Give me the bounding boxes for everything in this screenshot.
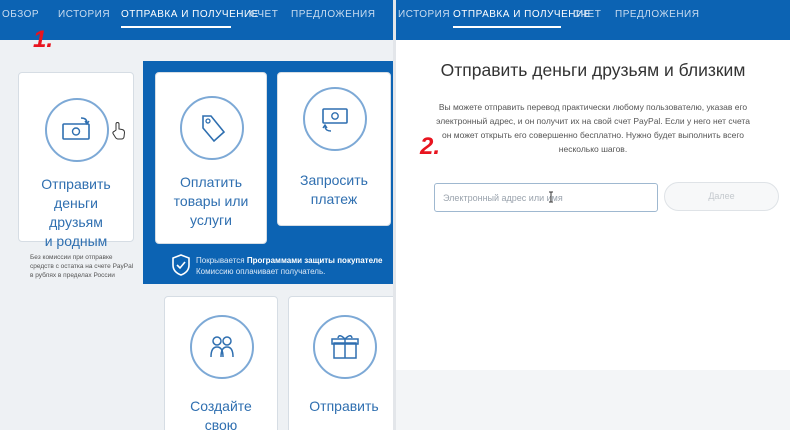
request-circle — [303, 87, 367, 151]
money-circle — [45, 98, 109, 162]
gift-circle — [313, 315, 377, 379]
pay-goods-card[interactable]: Оплатить товары или услуги — [155, 72, 267, 244]
active-tab-underline-right — [453, 26, 561, 28]
nav-history-right[interactable]: ИСТОРИЯ — [398, 9, 450, 20]
pay-goods-label: Оплатить товары или услуги — [173, 174, 249, 228]
request-money-icon — [322, 108, 348, 132]
page-description: Вы можете отправить перевод практически … — [436, 102, 750, 154]
create-label: Создайте свою — [190, 398, 252, 430]
nav-offers[interactable]: ПРЕДЛОЖЕНИЯ — [291, 9, 375, 20]
nav-history[interactable]: ИСТОРИЯ — [58, 9, 110, 20]
left-screenshot-panel: ОБЗОР ИСТОРИЯ ОТПРАВКА И ПОЛУЧЕНИЕ СЧЕТ … — [0, 0, 393, 430]
bottom-band — [396, 370, 790, 430]
right-screenshot-panel: ИСТОРИЯ ОТПРАВКА И ПОЛУЧЕНИЕ СЧЕТ ПРЕДЛО… — [396, 0, 790, 430]
request-payment-label: Запросить платеж — [300, 172, 368, 207]
tag-icon — [202, 115, 226, 143]
buyer-protection-text: Покрывается Программами защиты покупател… — [196, 256, 383, 276]
text-cursor-icon — [549, 191, 553, 203]
nav-account-right[interactable]: СЧЕТ — [573, 9, 601, 20]
nav-offers-right[interactable]: ПРЕДЛОЖЕНИЯ — [615, 9, 699, 20]
send-money-card[interactable]: Отправить деньги друзьям и родным — [18, 72, 134, 249]
request-payment-card[interactable]: Запросить платеж — [277, 72, 391, 226]
send-money-icon — [62, 117, 90, 140]
send-gift-card[interactable]: Отправить — [288, 296, 393, 430]
send-gift-label: Отправить — [309, 398, 379, 414]
people-icon — [210, 336, 234, 358]
active-tab-underline — [121, 26, 231, 28]
nav-send-receive-right[interactable]: ОТПРАВКА И ПОЛУЧЕНИЕ — [453, 9, 591, 20]
nav-overview[interactable]: ОБЗОР — [2, 9, 39, 20]
shield-icon — [172, 254, 190, 276]
next-button[interactable]: Далее — [664, 182, 779, 211]
step-1-label: 1. — [33, 26, 54, 53]
gift-icon — [331, 335, 359, 359]
commission-note: Без комиссии при отправке средств с оста… — [30, 254, 134, 279]
step-2-label: 2. — [420, 133, 441, 160]
pay-circle — [180, 96, 244, 160]
people-circle — [190, 315, 254, 379]
hand-cursor-icon — [112, 122, 126, 140]
nav-account[interactable]: СЧЕТ — [250, 9, 278, 20]
send-money-label: Отправить деньги друзьям и родным — [41, 176, 111, 249]
top-nav-right: ИСТОРИЯ ОТПРАВКА И ПОЛУЧЕНИЕ СЧЕТ ПРЕДЛО… — [396, 0, 790, 40]
page-title: Отправить деньги друзьям и близким — [440, 60, 746, 80]
create-card[interactable]: Создайте свою — [164, 296, 278, 430]
top-nav: ОБЗОР ИСТОРИЯ ОТПРАВКА И ПОЛУЧЕНИЕ СЧЕТ … — [0, 0, 393, 40]
nav-send-receive[interactable]: ОТПРАВКА И ПОЛУЧЕНИЕ — [121, 9, 259, 20]
email-or-name-input[interactable] — [434, 183, 658, 212]
